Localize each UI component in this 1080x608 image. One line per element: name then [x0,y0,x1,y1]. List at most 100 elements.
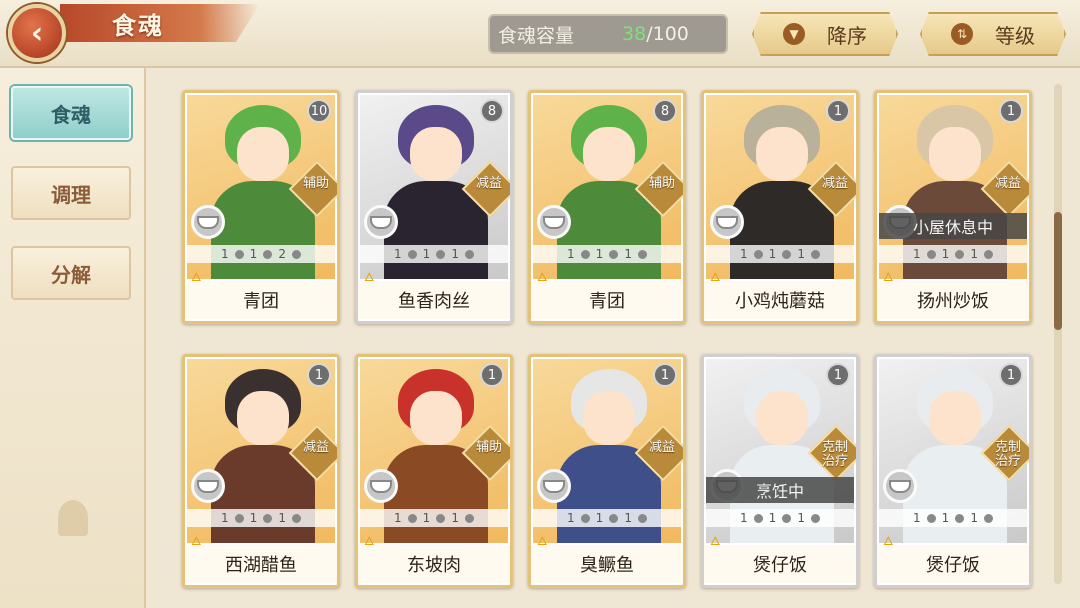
dish-icon [537,469,571,503]
stat-icon [291,249,301,259]
stat-icon [234,249,244,259]
sort-order-button[interactable]: ▼ 降序 [752,12,898,56]
level-badge: 8 [653,99,677,123]
tab-food-souls[interactable]: 食魂 [11,86,131,140]
stats-row: 1 1 1 [533,509,681,527]
capacity-display: 食魂容量 38 /100 [488,14,728,54]
card-name: 臭鳜鱼 [531,545,683,583]
role-label: 辅助 [475,440,502,455]
stat-icon [609,513,619,523]
role-label: 克制 治疗 [994,440,1021,469]
character-face [410,127,462,181]
stat-value: 1 [768,247,777,261]
stat-value: 1 [451,247,459,261]
stats-row: 1 1 1 [706,509,854,527]
level-badge: 1 [826,363,850,387]
card-name: 鱼香肉丝 [358,281,510,319]
scrollbar-track[interactable] [1054,84,1062,584]
lantern-ornament [58,500,88,536]
tab-condition[interactable]: 调理 [11,166,131,220]
stat-icon [955,513,965,523]
sort-level-button[interactable]: ⇅ 等级 [920,12,1066,56]
tab-decompose[interactable]: 分解 [11,246,131,300]
chevron-left-icon: ‹ [30,15,44,51]
flame-icon: 🜂 [883,534,894,548]
role-label: 辅助 [648,176,675,191]
stat-icon [637,249,647,259]
stat-icon [782,513,792,523]
stat-value: 1 [422,511,431,525]
status-overlay: 小屋休息中 [879,213,1027,239]
level-badge: 1 [480,363,504,387]
stat-icon [926,513,936,523]
food-soul-card[interactable]: 8 减益 1 1 1 🜂 鱼香肉丝 [355,90,513,324]
capacity-max: /100 [646,23,689,45]
card-name: 西湖醋鱼 [185,545,337,583]
stat-icon [955,249,965,259]
stat-value: 1 [451,511,459,525]
dish-icon [191,205,225,239]
level-badge: 1 [307,363,331,387]
stat-value: 1 [624,247,632,261]
role-label: 减益 [648,440,675,455]
card-name: 煲仔饭 [704,545,856,583]
stat-icon [983,513,993,523]
scrollbar-thumb[interactable] [1054,212,1062,330]
flame-icon: 🜂 [191,270,202,284]
stat-icon [407,513,417,523]
card-name: 青团 [185,281,337,319]
stat-icon [753,249,763,259]
sort-level-label: 等级 [995,23,1035,48]
stat-value: 1 [941,247,950,261]
dish-icon [537,205,571,239]
stat-value: 1 [768,511,777,525]
food-soul-card[interactable]: 1 辅助 1 1 1 🜂 东坡肉 [355,354,513,588]
role-label: 减益 [475,176,502,191]
food-soul-card[interactable]: 1 克制 治疗 1 1 1 🜂 烹饪中 煲仔饭 [701,354,859,588]
flame-icon: 🜂 [710,270,721,284]
stat-icon [234,513,244,523]
stat-icon [580,249,590,259]
food-soul-card[interactable]: 1 减益 1 1 1 🜂 小鸡炖蘑菇 [701,90,859,324]
back-button[interactable]: ‹ [8,4,66,62]
tab-label: 调理 [51,182,91,207]
stat-value: 1 [913,247,921,261]
role-label: 辅助 [302,176,329,191]
food-soul-card[interactable]: 1 减益 1 1 1 🜂 小屋休息中 扬州炒饭 [874,90,1032,324]
food-soul-card[interactable]: 1 克制 治疗 1 1 1 🜂 煲仔饭 [874,354,1032,588]
stat-icon [263,513,273,523]
stat-value: 1 [797,511,805,525]
character-face [410,391,462,445]
stat-icon [753,513,763,523]
status-overlay: 烹饪中 [706,477,854,503]
flame-icon: 🜂 [710,534,721,548]
character-face [756,391,808,445]
stat-icon [810,249,820,259]
stat-value: 1 [970,511,978,525]
swap-icon: ⇅ [951,23,973,45]
stat-value: 1 [740,247,748,261]
stats-row: 1 1 1 [360,509,508,527]
role-label: 减益 [302,440,329,455]
stat-value: 1 [970,247,978,261]
page-title: 食魂 [112,12,164,40]
dish-icon [364,205,398,239]
food-soul-card[interactable]: 8 辅助 1 1 1 🜂 青团 [528,90,686,324]
stats-row: 1 1 1 [879,245,1027,263]
stat-value: 1 [595,511,604,525]
stat-value: 1 [595,247,604,261]
role-label: 减益 [994,176,1021,191]
flame-icon: 🜂 [537,270,548,284]
stats-row: 1 1 1 [879,509,1027,527]
capacity-label: 食魂容量 [498,24,575,47]
stat-icon [926,249,936,259]
dish-icon [364,469,398,503]
tab-label: 分解 [51,262,91,287]
card-name: 煲仔饭 [877,545,1029,583]
food-soul-card[interactable]: 1 减益 1 1 1 🜂 西湖醋鱼 [182,354,340,588]
stat-value: 1 [941,511,950,525]
food-soul-card[interactable]: 1 减益 1 1 1 🜂 臭鳜鱼 [528,354,686,588]
food-soul-card[interactable]: 10 辅助 1 1 2 🜂 青团 [182,90,340,324]
card-name: 扬州炒饭 [877,281,1029,319]
flame-icon: 🜂 [537,534,548,548]
